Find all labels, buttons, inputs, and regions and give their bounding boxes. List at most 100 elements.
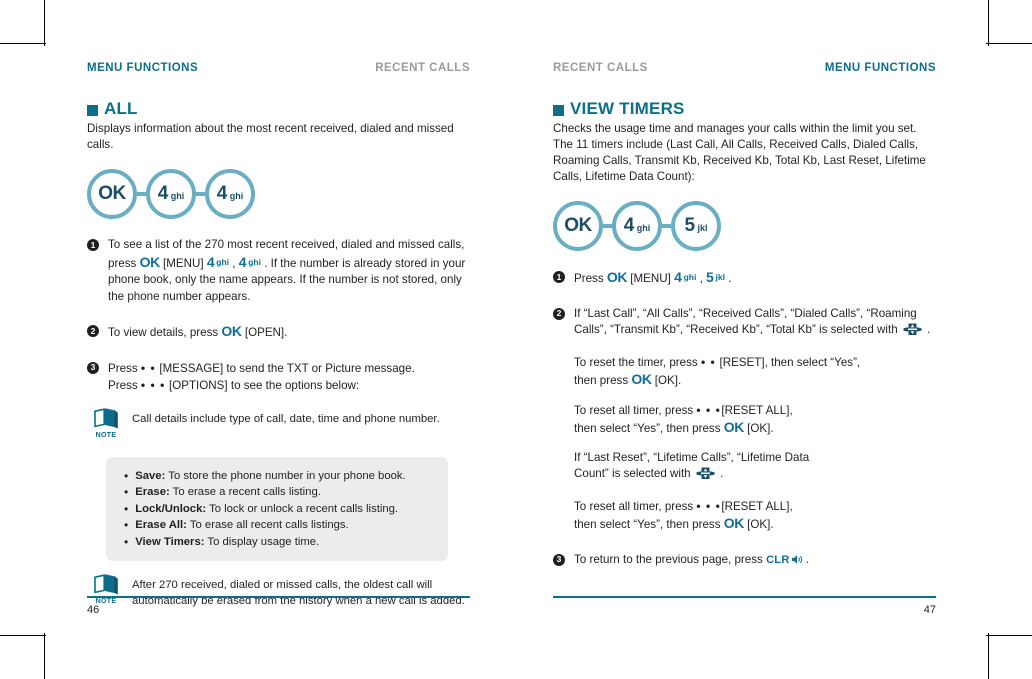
running-head-right: RECENT CALLS MENU FUNCTIONS [553,62,936,74]
number-key-letters: ghi [246,256,261,267]
page-number: 46 [87,604,100,616]
step-text: If “Last Call”, “All Calls”, “Received C… [574,306,936,342]
option-name: Erase: [135,486,170,498]
ok-key-label: OK [139,253,161,270]
step-number-badge: 3 [553,553,565,566]
number-key-letters: ghi [214,256,230,267]
step-number-badge: 3 [87,361,99,374]
sub-step-text: If “Last Reset”, “Lifetime Calls”, “Life… [574,450,936,486]
section-intro-text: Displays information about the most rece… [87,122,454,151]
soft-key-dots-icon: • • • [696,402,722,417]
number-key-label: 5 [706,269,714,285]
key-circle[interactable]: 4 ghi [146,169,196,219]
numbered-step: 3 To return to the previous page, press C… [553,552,936,571]
option-name: Save: [135,469,166,482]
ok-key-label: OK [631,371,652,387]
left-page: MENU FUNCTIONS RECENT CALLS ALL Displays… [87,62,470,610]
key-circle-main-label: 4 [216,183,228,204]
note-label: NOTE [95,431,117,439]
note-block-1: NOTE Call details include type of call, … [87,407,470,444]
crop-mark-bottom-left-horizontal [0,635,46,636]
crop-mark-top-left-horizontal [0,43,46,44]
sub-step-text: To reset the timer, press • • [RESET], t… [574,354,861,388]
steps-list-right: 1 Press OK [MENU] 4 ghi , 5 jkl . 2 If “Las… [553,269,936,342]
ok-key-label: OK [606,269,628,285]
option-name: Lock/Unlock: [135,502,207,515]
keychain-view-timers: OK 4 ghi 5 jkl [553,201,936,251]
footer-rule [553,596,936,598]
soft-key-dots-icon: • • • [140,378,166,392]
substeps-list-right: To reset the timer, press • • [RESET], t… [553,354,936,534]
option-text: Lock/Unlock: To lock or unlock a recent … [135,502,399,515]
option-name: Erase All: [135,519,187,531]
running-head-right-subtitle: RECENT CALLS [553,62,648,74]
keychain-all: OK 4 ghi 4 ghi [87,169,470,219]
numbered-step: 2 If “Last Call”, “All Calls”, “Received … [553,306,936,342]
options-box: • Save: To store the phone number in your… [106,456,448,561]
step-number-badge: 1 [87,239,99,251]
key-circle[interactable]: OK [87,169,137,219]
number-key-letters: jkl [713,272,725,282]
numbered-step: 1 To see a list of the 270 most recent re… [87,237,470,305]
note-text: Call details include type of call, date,… [132,412,440,425]
navigation-pad-icon [696,467,715,486]
number-key-label: 4 [238,253,247,270]
navigation-pad-icon [903,323,922,342]
crop-mark-bottom-right-horizontal [986,635,1032,636]
key-circle-main-label: OK [564,215,592,236]
crop-mark-bottom-right-vertical [988,633,989,679]
section-heading-all: ALL [87,99,470,119]
option-list-item: • Erase: To erase a recent calls listing. [124,484,434,501]
number-key-label: 4 [206,253,215,270]
final-step-right: 3 To return to the previous page, press C… [553,552,936,571]
ok-key-label: OK [723,515,745,531]
step-text: Press • • [MESSAGE] to send the TXT or P… [108,360,415,393]
section-title: ALL [104,99,138,118]
option-list-item: • Erase All: To erase all recent calls li… [124,517,434,534]
ok-key-label: OK [221,323,242,339]
bullet-icon: • [124,501,129,516]
step-number-badge: 2 [553,307,565,320]
key-circle[interactable]: 4 ghi [205,169,255,219]
option-text: Erase: To erase a recent calls listing. [135,486,321,498]
ok-key-label: OK [723,419,745,435]
key-circle-main-label: OK [98,183,126,204]
option-list-item: • View Timers: To display usage time. [124,534,434,551]
key-circle[interactable]: 4 ghi [612,201,662,251]
step-number-badge: 2 [87,325,99,337]
key-connector [137,192,146,196]
numbered-step: 3 Press • • [MESSAGE] to send the TXT or … [87,360,470,395]
crop-mark-top-right-horizontal [986,43,1032,44]
running-head-left-title: MENU FUNCTIONS [87,62,199,74]
sub-step-text: To reset all timer, press • • •[RESET AL… [574,498,793,532]
key-connector [662,224,671,228]
option-text: Save: To store the phone number in your … [135,469,406,482]
numbered-step: 1 Press OK [MENU] 4 ghi , 5 jkl . [553,269,936,288]
number-key-letters: ghi [681,272,697,282]
key-circle-letters-label: ghi [229,191,244,201]
bullet-icon: • [124,485,129,499]
key-circle[interactable]: OK [553,201,603,251]
crop-mark-bottom-left-vertical [44,633,45,679]
right-page: RECENT CALLS MENU FUNCTIONS VIEW TIMERS … [553,62,936,570]
option-list-item: • Lock/Unlock: To lock or unlock a recent… [124,501,434,518]
bullet-icon: • [124,534,129,549]
option-name: View Timers: [135,535,205,548]
soft-key-dots-icon: • • • [696,498,722,513]
square-bullet-icon [87,104,98,116]
option-list-item: • Save: To store the phone number in your… [124,468,434,485]
crop-mark-top-right-vertical [988,0,989,46]
key-circle-main-label: 4 [157,183,169,204]
key-circle-letters-label: jkl [697,223,708,233]
key-connector [196,192,205,196]
option-text: Erase All: To erase all recent calls lis… [135,519,349,531]
numbered-step: 2 To view details, press OK [OPEN]. [87,323,470,342]
speaker-icon [791,554,803,571]
bullet-icon: • [124,518,129,532]
number-key-label: 4 [674,269,682,285]
clr-key-label: CLR [766,553,790,566]
section-title: VIEW TIMERS [570,99,685,118]
key-circle[interactable]: 5 jkl [671,201,721,251]
bullet-icon: • [124,468,129,483]
step-text: To view details, press OK [OPEN]. [108,323,288,339]
